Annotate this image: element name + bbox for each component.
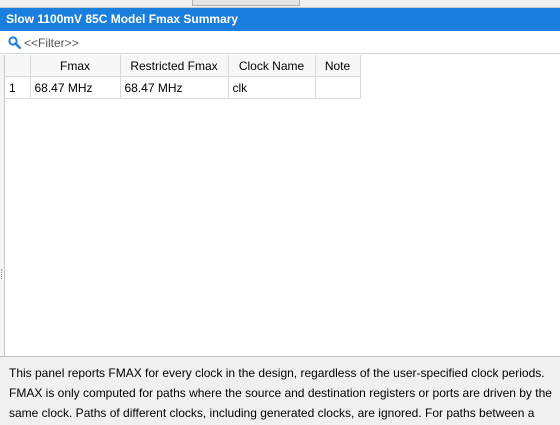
filter-bar bbox=[0, 32, 560, 54]
description-text: This panel reports FMAX for every clock … bbox=[9, 366, 552, 420]
filter-input[interactable] bbox=[24, 34, 544, 51]
table-row[interactable]: 1 68.47 MHz 68.47 MHz clk bbox=[5, 76, 361, 99]
restricted-fmax-cell: 68.47 MHz bbox=[120, 76, 229, 99]
table-header-row: Fmax Restricted Fmax Clock Name Note bbox=[5, 55, 361, 77]
fmax-table-area: Fmax Restricted Fmax Clock Name Note 1 6… bbox=[4, 55, 560, 356]
column-header-index[interactable] bbox=[5, 55, 31, 77]
description-panel: This panel reports FMAX for every clock … bbox=[0, 356, 560, 425]
fmax-summary-table: Fmax Restricted Fmax Clock Name Note 1 6… bbox=[5, 55, 361, 99]
note-cell bbox=[315, 76, 361, 99]
fmax-cell: 68.47 MHz bbox=[30, 76, 121, 99]
column-header-clock-name[interactable]: Clock Name bbox=[228, 55, 316, 77]
row-index-cell: 1 bbox=[5, 76, 31, 99]
clock-name-cell: clk bbox=[228, 76, 316, 99]
search-icon[interactable] bbox=[8, 36, 21, 49]
column-header-note[interactable]: Note bbox=[315, 55, 361, 77]
partial-tab[interactable] bbox=[192, 0, 300, 6]
top-tab-strip bbox=[0, 0, 560, 8]
column-header-fmax[interactable]: Fmax bbox=[30, 55, 121, 77]
column-header-restricted-fmax[interactable]: Restricted Fmax bbox=[120, 55, 229, 77]
panel-title: Slow 1100mV 85C Model Fmax Summary bbox=[0, 8, 560, 31]
